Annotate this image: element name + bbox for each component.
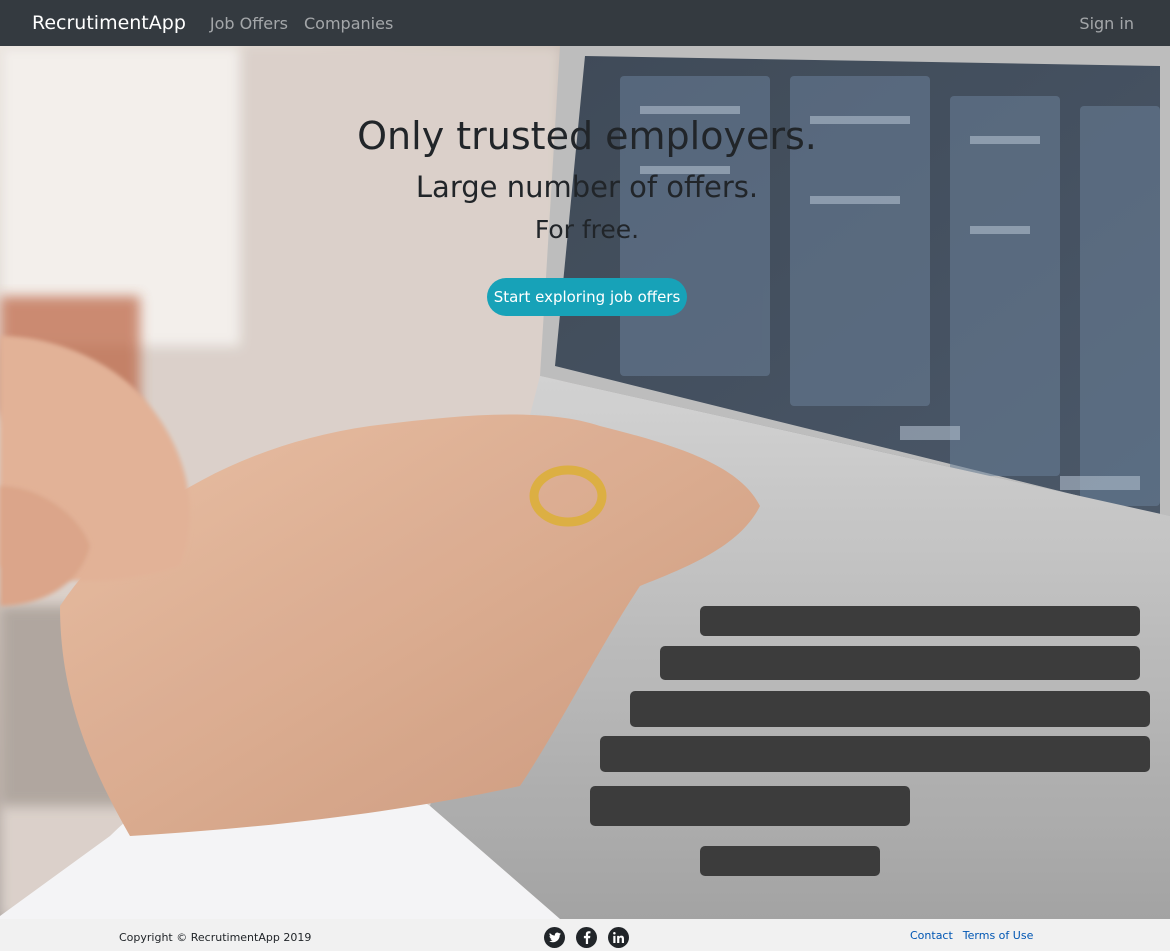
hero-tagline: For free. [534, 215, 640, 244]
nav-job-offers[interactable]: Job Offers [210, 14, 288, 33]
social-links [544, 927, 629, 948]
linkedin-icon[interactable] [608, 927, 629, 948]
footer-links: Contact Terms of Use [910, 929, 1033, 942]
page-footer: Copyright © RecrutimentApp 2019 Contact … [0, 919, 1170, 951]
facebook-icon[interactable] [576, 927, 597, 948]
terms-of-use-link[interactable]: Terms of Use [963, 929, 1034, 942]
top-navbar: RecrutimentApp Job Offers Companies Sign… [0, 0, 1170, 46]
hero-section: Only trusted employers. Large number of … [0, 46, 1170, 919]
contact-link[interactable]: Contact [910, 929, 953, 942]
brand-logo[interactable]: RecrutimentApp [32, 12, 186, 34]
sign-in-link[interactable]: Sign in [1079, 14, 1134, 33]
hero-headline: Only trusted employers. [357, 114, 817, 158]
nav-companies[interactable]: Companies [304, 14, 393, 33]
twitter-icon[interactable] [544, 927, 565, 948]
hero-subheadline: Large number of offers. [415, 170, 759, 204]
copyright-text: Copyright © RecrutimentApp 2019 [119, 931, 312, 944]
explore-job-offers-button[interactable]: Start exploring job offers [487, 278, 687, 316]
